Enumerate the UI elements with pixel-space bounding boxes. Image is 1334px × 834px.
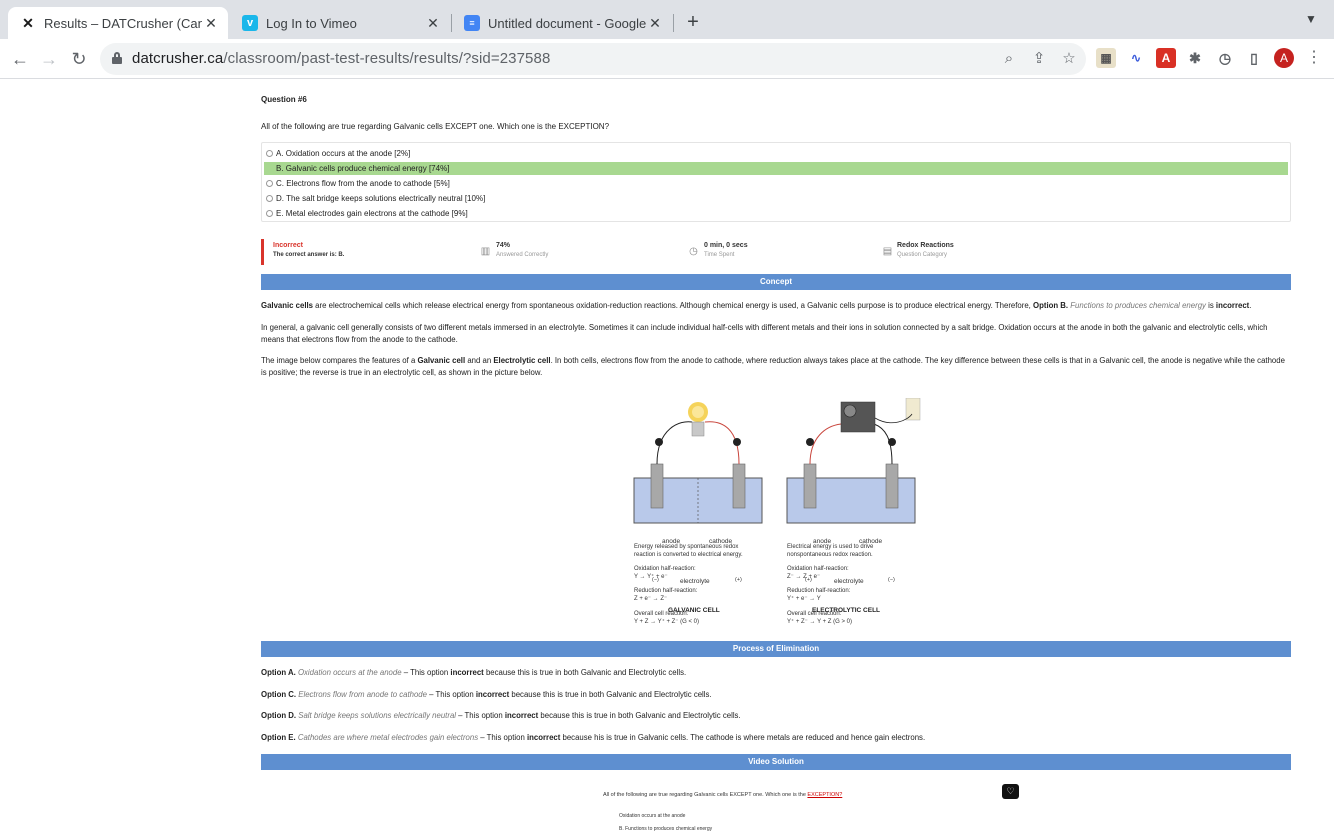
google-docs-icon: ≡: [464, 15, 480, 31]
electrolytic-red-label: Reduction half-reaction:: [787, 588, 851, 594]
galvanic-overall: Y + Z → Y⁺ + Z⁻ (G < 0): [634, 619, 699, 625]
tab-search-chevron-icon[interactable]: ▼: [1305, 12, 1317, 26]
extension-calculator-icon[interactable]: ▦: [1096, 48, 1116, 68]
video-question-text: All of the following are true regarding …: [603, 792, 843, 798]
galvanic-red: Z + e⁻ → Z⁻: [634, 596, 668, 602]
electrolytic-cell-drawing: [786, 397, 921, 524]
page-content: Question #6 All of the following are tru…: [0, 80, 1334, 834]
result-status: Incorrect The correct answer is: B.: [273, 242, 345, 258]
extension-clock-icon[interactable]: ◷: [1215, 48, 1235, 68]
vimeo-icon: v: [242, 15, 258, 31]
galvanic-overall-label: Overall cell reaction:: [634, 611, 689, 617]
forward-arrow-icon[interactable]: →: [37, 47, 61, 71]
electrolytic-red: Y⁺ + e⁻ → Y: [787, 596, 821, 602]
tab-google-docs[interactable]: ≡ Untitled document - Google Do ✕: [452, 7, 672, 39]
zoom-icon[interactable]: ⌕: [999, 49, 1019, 69]
close-icon[interactable]: ✕: [202, 15, 220, 32]
datcrusher-x-icon: ✕: [22, 14, 34, 31]
new-tab-button[interactable]: +: [683, 11, 703, 34]
tab-results[interactable]: ✕ Results – DATCrusher (Canadia ✕: [8, 7, 228, 39]
lock-icon[interactable]: [112, 52, 122, 64]
electrolytic-overall: Y⁺ + Z⁻ → Y + Z (G > 0): [787, 619, 852, 625]
percent-correct: 74% Answered Correctly: [496, 242, 549, 258]
tab-title: Log In to Vimeo: [266, 15, 357, 31]
galvanic-ox: Y → Y⁺ + e⁻: [634, 574, 668, 580]
star-icon[interactable]: ☆: [1059, 49, 1079, 69]
share-icon[interactable]: ⇪: [1029, 49, 1049, 69]
answer-option-e[interactable]: E. Metal electrodes gain electrons at th…: [264, 207, 1288, 220]
tab-title: Results – DATCrusher (Canadia: [44, 15, 202, 31]
answer-option-a[interactable]: A. Oxidation occurs at the anode [2%]: [264, 147, 1288, 160]
incorrect-indicator-bar: [261, 239, 264, 265]
electrolytic-ox-label: Oxidation half-reaction:: [787, 566, 849, 572]
video-solution-header: Video Solution: [261, 754, 1291, 770]
tab-vimeo[interactable]: v Log In to Vimeo ✕: [230, 7, 450, 39]
cells-illustration: [633, 397, 921, 524]
electrolytic-ox: Z⁻ → Z + e⁻: [787, 574, 821, 580]
question-number: Question #6: [261, 95, 307, 104]
video-player[interactable]: All of the following are true regarding …: [595, 780, 1025, 834]
url-text[interactable]: datcrusher.ca/classroom/past-test-result…: [132, 50, 550, 67]
extension-pdf-icon[interactable]: A: [1156, 48, 1176, 68]
tab-separator: [673, 14, 674, 32]
concept-paragraph-2: In general, a galvanic cell generally co…: [261, 323, 1268, 344]
radio-button[interactable]: [266, 180, 273, 187]
tab-strip: ✕ Results – DATCrusher (Canadia ✕ v Log …: [0, 0, 1334, 39]
reload-icon[interactable]: ↻: [67, 47, 91, 71]
answer-options: A. Oxidation occurs at the anode [2%] B.…: [261, 142, 1291, 222]
result-stats: Incorrect The correct answer is: B. ▥ 74…: [261, 239, 1291, 265]
radio-button[interactable]: [266, 210, 273, 217]
browser-toolbar: ← → ↻ datcrusher.ca/classroom/past-test-…: [0, 39, 1334, 79]
answer-option-c[interactable]: C. Electrons flow from the anode to cath…: [264, 177, 1288, 190]
question-category: Redox Reactions Question Category: [897, 242, 954, 258]
address-bar[interactable]: datcrusher.ca/classroom/past-test-result…: [100, 43, 1086, 75]
calendar-icon: ▤: [882, 246, 893, 257]
extension-wave-icon[interactable]: ∿: [1126, 48, 1146, 68]
video-option-a: Oxidation occurs at the anode: [619, 813, 686, 819]
radio-button[interactable]: [266, 150, 273, 157]
extensions-puzzle-icon[interactable]: ✱: [1185, 48, 1205, 68]
elimination-option-a: Option A. Oxidation occurs at the anode …: [261, 668, 687, 677]
menu-kebab-icon[interactable]: ⋮: [1306, 48, 1322, 68]
galvanic-ox-label: Oxidation half-reaction:: [634, 566, 696, 572]
galvanic-description: Energy released by spontaneous redox rea…: [634, 544, 743, 558]
profile-avatar[interactable]: A: [1274, 48, 1294, 68]
galvanic-red-label: Reduction half-reaction:: [634, 588, 698, 594]
video-option-b: B. Functions to produces chemical energy: [619, 826, 713, 832]
question-text: All of the following are true regarding …: [261, 122, 610, 131]
concept-paragraph-3: The image below compares the features of…: [261, 356, 1285, 377]
answer-option-b[interactable]: B. Galvanic cells produce chemical energ…: [264, 162, 1288, 175]
elimination-option-e: Option E. Cathodes are where metal elect…: [261, 733, 926, 742]
radio-button[interactable]: [266, 195, 273, 202]
close-icon[interactable]: ✕: [424, 15, 442, 32]
heart-icon[interactable]: ♡: [1002, 784, 1019, 799]
bar-chart-icon: ▥: [480, 246, 491, 257]
galvanic-cell-drawing: [633, 402, 763, 524]
elimination-option-d: Option D. Salt bridge keeps solutions el…: [261, 711, 741, 720]
elimination-option-c: Option C. Electrons flow from anode to c…: [261, 690, 712, 699]
time-spent: 0 min, 0 secs Time Spent: [704, 242, 748, 258]
side-panel-icon[interactable]: ▯: [1244, 48, 1264, 68]
concept-header: Concept: [261, 274, 1291, 290]
back-arrow-icon[interactable]: ←: [8, 47, 32, 71]
concept-paragraph-1: Galvanic cells are electrochemical cells…: [261, 301, 1252, 310]
electrolytic-overall-label: Overall cell reaction:: [787, 611, 842, 617]
tab-title: Untitled document - Google Do: [488, 15, 646, 31]
elimination-header: Process of Elimination: [261, 641, 1291, 657]
answer-option-d[interactable]: D. The salt bridge keeps solutions elect…: [264, 192, 1288, 205]
clock-icon: ◷: [689, 246, 698, 257]
close-icon[interactable]: ✕: [646, 15, 664, 32]
electrolytic-description: Electrical energy is used to drive nonsp…: [787, 544, 874, 558]
